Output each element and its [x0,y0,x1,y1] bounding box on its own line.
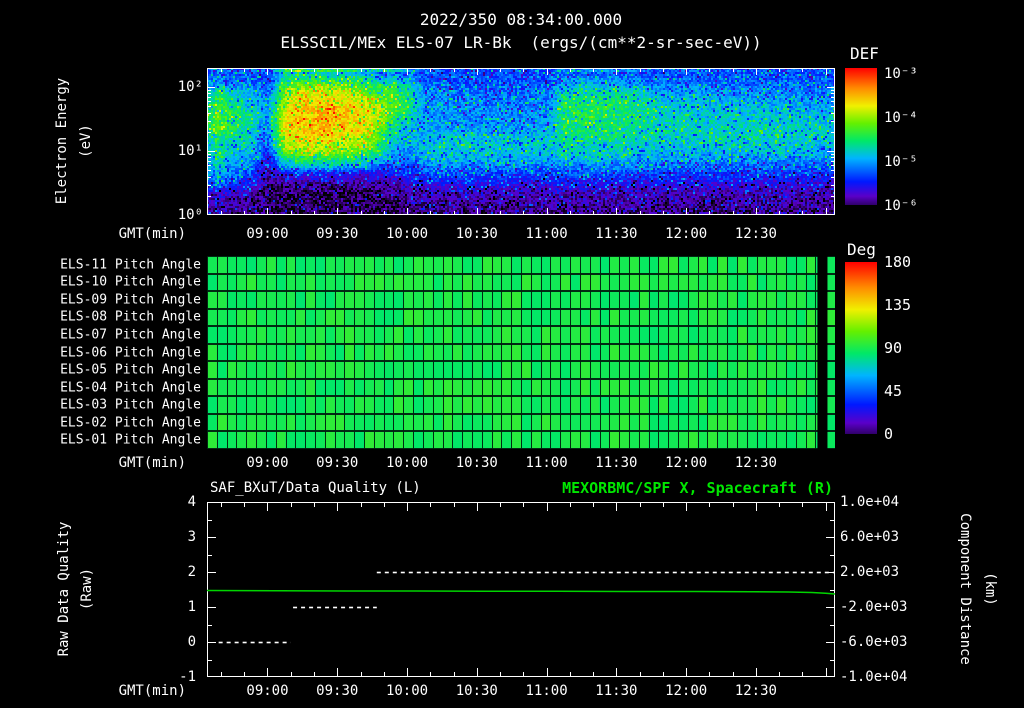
pitch-row-label: ELS-07 Pitch Angle [60,327,201,343]
pitch-row-label: ELS-01 Pitch Angle [60,432,201,448]
deg-tick-label: 0 [884,425,894,443]
time-tick-label: 12:00 [665,455,708,471]
time-tick-label: 09:30 [316,683,359,699]
time-tick-label: 09:00 [246,455,289,471]
pitch-row-label: ELS-06 Pitch Angle [60,345,201,360]
distance-tick-label: -6.0e+03 [840,634,908,650]
time-tick-label: 11:30 [595,226,638,242]
pitch-row-label: ELS-08 Pitch Angle [60,309,201,325]
energy-tick-label: 10² [177,79,203,95]
quality-tick-label: 0 [187,634,196,650]
time-tick-label: 09:00 [246,226,289,242]
time-tick-label: 12:30 [734,683,777,699]
distance-tick-label: 1.0e+04 [840,494,900,510]
deg-tick-label: 45 [884,382,903,400]
time-tick-label: 10:30 [455,226,498,242]
distance-tick-label: -2.0e+03 [840,599,908,615]
pitch-row-label: ELS-03 Pitch Angle [60,397,201,413]
time-tick-label: 10:00 [385,226,429,242]
quality-tick-label: -1 [179,669,196,685]
time-tick-label: 10:00 [385,455,429,471]
time-tick-label: 10:30 [455,455,498,471]
time-tick-label: 12:00 [665,683,708,699]
time-tick-label: 12:30 [734,226,777,242]
time-tick-label: 09:30 [316,455,359,471]
time-tick-label: 09:00 [246,683,289,699]
time-tick-label: 10:30 [455,683,498,699]
quality-tick-label: 3 [187,529,196,545]
distance-tick-label: 2.0e+03 [840,564,900,580]
deg-tick-label: 180 [884,253,912,271]
time-tick-label: 12:00 [665,226,708,242]
quality-tick-label: 1 [187,599,196,615]
time-tick-label: 11:00 [525,683,568,699]
pitch-row-label: ELS-10 Pitch Angle [60,274,201,290]
def-tick-label: 10⁻⁶ [884,198,918,214]
pitch-row-label: ELS-05 Pitch Angle [60,362,201,378]
pitch-row-label: ELS-11 Pitch Angle [60,257,201,273]
deg-tick-label: 135 [884,296,912,314]
time-tick-label: 09:30 [316,226,359,242]
distance-tick-label: -1.0e+04 [840,669,908,685]
time-tick-label: 11:00 [525,455,568,471]
quality-tick-label: 4 [187,494,196,510]
gmt-axis-label: GMT(min) [118,226,186,242]
def-tick-label: 10⁻⁵ [884,154,918,170]
pitch-row-label: ELS-09 Pitch Angle [60,292,201,308]
time-tick-label: 11:00 [525,226,568,242]
pitch-row-label: ELS-02 Pitch Angle [60,415,201,431]
axis-labels-overlay: GMT(min) 09:00 09:30 10:00 10:30 11:00 11:30 12… [0,0,1024,708]
time-tick-label: 11:30 [595,683,638,699]
deg-tick-label: 90 [884,339,903,357]
pitch-row-label: ELS-04 Pitch Angle [60,380,201,396]
quality-tick-label: 2 [187,564,196,580]
time-tick-label: 12:30 [734,455,777,471]
distance-tick-label: 6.0e+03 [840,529,900,545]
time-tick-label: 11:30 [595,455,638,471]
time-tick-label: 10:00 [385,683,429,699]
energy-tick-label: 10¹ [177,143,203,159]
def-tick-label: 10⁻⁴ [884,110,918,126]
gmt-axis-label: GMT(min) [118,683,186,699]
def-tick-label: 10⁻³ [884,66,918,82]
energy-tick-label: 10⁰ [177,207,203,223]
tplot-window: 2022/350 08:34:00.000 ELSSCIL/MEx ELS-07… [0,0,1024,708]
gmt-axis-label: GMT(min) [118,455,186,471]
